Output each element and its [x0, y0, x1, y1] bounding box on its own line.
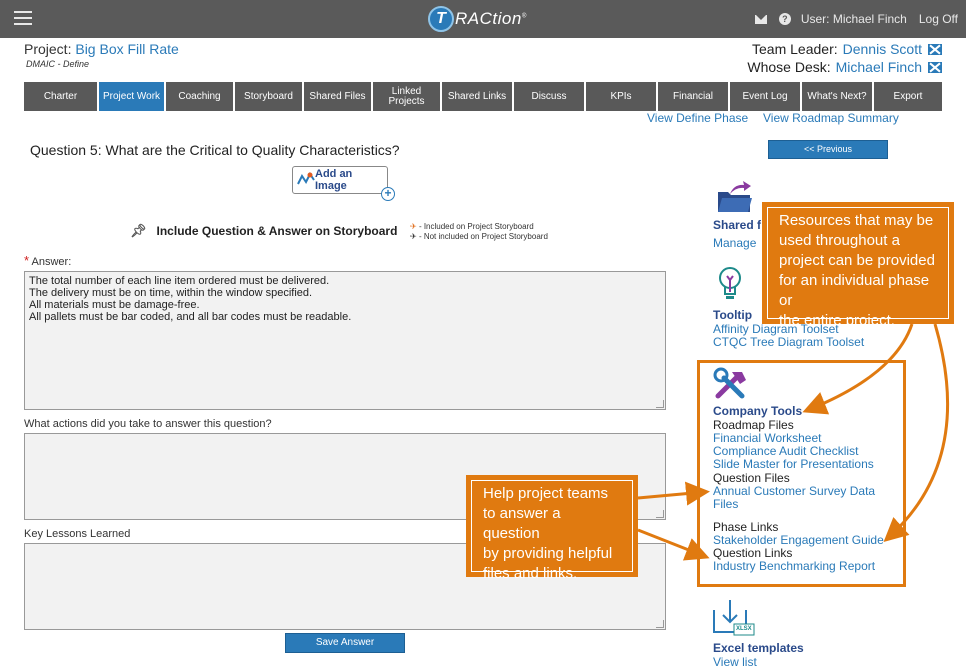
pin-included-icon: ✈︎ — [410, 222, 417, 231]
phase-links-label: Phase Links — [713, 520, 779, 534]
whose-desk-link[interactable]: Michael Finch — [836, 59, 922, 75]
answer-textarea[interactable]: The total number of each line item order… — [24, 271, 666, 410]
help-icon[interactable]: ? — [778, 13, 791, 25]
tools-icon — [713, 367, 746, 399]
excel-download-icon: XLSX — [712, 598, 756, 638]
question-file-link[interactable]: Annual Customer Survey Data — [713, 484, 875, 498]
project-name-link[interactable]: Big Box Fill Rate — [75, 41, 178, 57]
tab-export[interactable]: Export — [874, 82, 942, 111]
phase-label: DMAIC - Define — [26, 59, 90, 69]
tab-discuss[interactable]: Discuss — [514, 82, 586, 111]
image-chart-icon — [297, 172, 315, 188]
xlsx-label: XLSX — [736, 626, 752, 632]
resize-grip-icon[interactable] — [656, 620, 664, 628]
question-links-label: Question Links — [713, 546, 793, 560]
tab-project-work[interactable]: Project Work — [99, 82, 166, 111]
tab-storyboard[interactable]: Storyboard — [235, 82, 304, 111]
pin-not-included-icon: ✈︎ — [410, 232, 417, 241]
tab-financial[interactable]: Financial — [658, 82, 730, 111]
lessons-label: Key Lessons Learned — [24, 528, 131, 540]
lightbulb-icon — [719, 267, 741, 299]
roadmap-file-link[interactable]: Compliance Audit Checklist — [713, 444, 858, 458]
logo-text: RACtion® — [455, 9, 527, 28]
pin-icon[interactable]: 📌︎ — [130, 223, 147, 239]
resize-grip-icon[interactable] — [656, 510, 664, 518]
menu-icon[interactable] — [14, 11, 32, 26]
resize-grip-icon[interactable] — [656, 400, 664, 408]
excel-templates-title: Excel templates — [713, 641, 804, 655]
tab-linked-projects[interactable]: Linked Projects — [373, 82, 442, 111]
email-desk-icon[interactable] — [928, 61, 942, 73]
include-on-storyboard[interactable]: 📌︎ Include Question & Answer on Storyboa… — [130, 223, 397, 239]
manage-link[interactable]: Manage — [713, 236, 756, 250]
actions-label: What actions did you take to answer this… — [24, 418, 272, 430]
question-file-link[interactable]: Files — [713, 497, 738, 511]
tab-whats-next[interactable]: What's Next? — [802, 82, 874, 111]
question-link[interactable]: Industry Benchmarking Report — [713, 559, 875, 573]
logo-mark: T — [428, 6, 454, 32]
view-roadmap-summary-link[interactable]: View Roadmap Summary — [763, 111, 899, 125]
tab-coaching[interactable]: Coaching — [166, 82, 235, 111]
company-tools-title: Company Tools — [713, 404, 803, 418]
previous-button[interactable]: << Previous — [768, 140, 888, 159]
top-bar: T RACtion® ? User: Michael Finch Log Off — [0, 0, 966, 38]
mail-icon[interactable] — [754, 14, 767, 24]
help-callout: Help project teams to answer a question … — [466, 475, 638, 582]
roadmap-file-link[interactable]: Financial Worksheet — [713, 431, 822, 445]
question-files-label: Question Files — [713, 471, 790, 485]
phase-link[interactable]: Stakeholder Engagement Guide — [713, 533, 884, 547]
view-define-phase-link[interactable]: View Define Phase — [647, 111, 748, 125]
tab-shared-files[interactable]: Shared Files — [304, 82, 373, 111]
excel-view-list-link[interactable]: View list — [713, 655, 757, 669]
shared-folder-icon — [718, 181, 752, 212]
tab-event-log[interactable]: Event Log — [730, 82, 802, 111]
tab-shared-links[interactable]: Shared Links — [442, 82, 514, 111]
save-answer-button[interactable]: Save Answer — [285, 633, 405, 653]
shared-files-title: Shared f — [713, 218, 762, 232]
tooltip-link-ctqc[interactable]: CTQC Tree Diagram Toolset — [713, 335, 864, 349]
app-logo: T RACtion® — [428, 6, 527, 32]
tab-bar: Charter Project Work Coaching Storyboard… — [24, 82, 952, 111]
roadmap-file-link[interactable]: Slide Master for Presentations — [713, 457, 874, 471]
plus-icon: + — [381, 187, 395, 201]
team-leader: Team Leader: Dennis Scott — [752, 41, 942, 57]
tooltip-title: Tooltip — [713, 308, 753, 322]
tab-charter[interactable]: Charter — [24, 82, 99, 111]
pin-legend: ✈︎ - Included on Project Storyboard ✈︎ -… — [410, 222, 548, 241]
team-leader-link[interactable]: Dennis Scott — [843, 41, 922, 57]
question-title: Question 5: What are the Critical to Qua… — [30, 142, 400, 158]
email-leader-icon[interactable] — [928, 43, 942, 55]
tab-kpis[interactable]: KPIs — [586, 82, 658, 111]
roadmap-files-label: Roadmap Files — [713, 418, 794, 432]
add-image-button[interactable]: Add an Image + — [292, 166, 395, 201]
current-user: User: Michael Finch — [800, 12, 907, 26]
whose-desk: Whose Desk: Michael Finch — [747, 59, 942, 75]
answer-label: * Answer: — [24, 253, 72, 268]
resources-callout: Resources that may be used throughout a … — [762, 202, 954, 329]
project-title: Project: Big Box Fill Rate — [24, 41, 179, 57]
logoff-link[interactable]: Log Off — [919, 12, 958, 26]
